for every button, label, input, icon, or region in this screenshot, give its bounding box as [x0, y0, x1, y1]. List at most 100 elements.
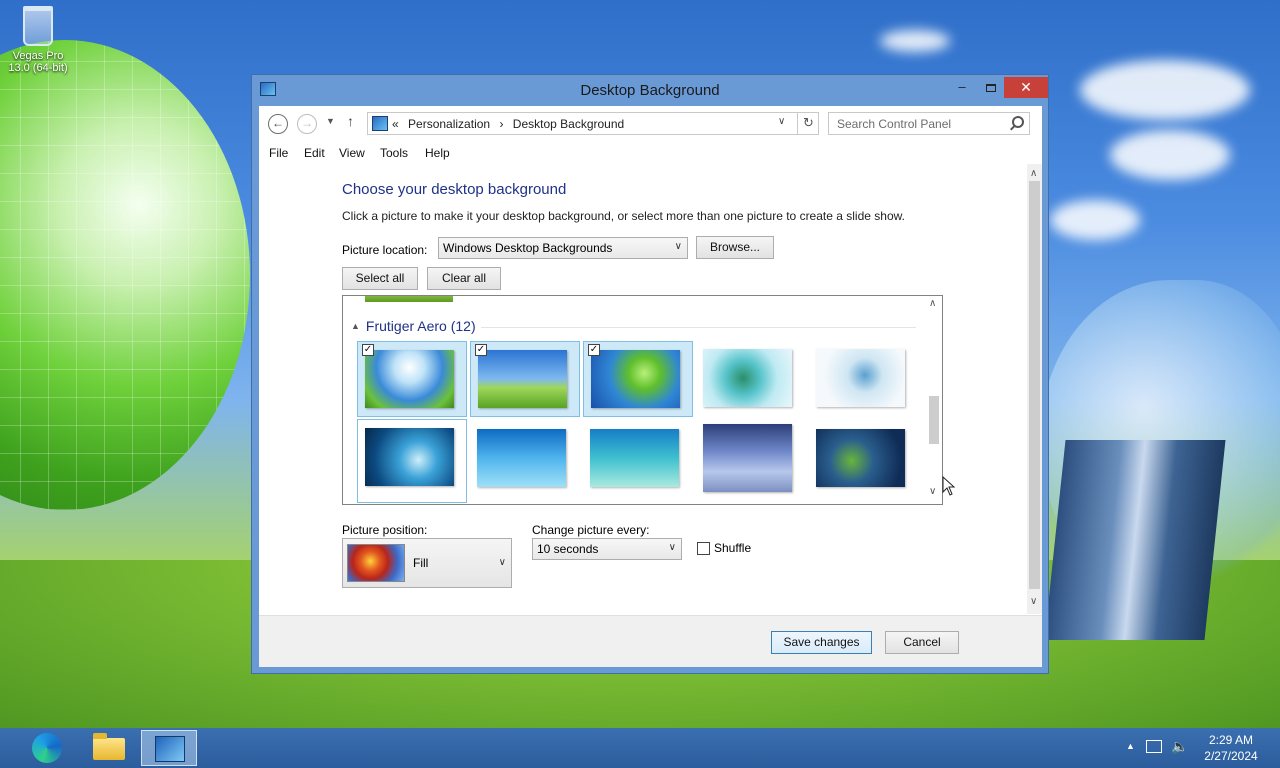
menu-help[interactable]: Help	[425, 146, 450, 160]
taskbar-control-panel[interactable]	[141, 730, 197, 766]
wallpaper-tile[interactable]	[583, 421, 693, 497]
mouse-cursor-icon	[942, 476, 956, 496]
desktop-background-window: Desktop Background – ✕ ← → ▼ ↑ « Persona…	[251, 74, 1049, 674]
wallpaper-tile[interactable]	[470, 421, 580, 497]
save-changes-button[interactable]: Save changes	[771, 631, 872, 654]
scrollbar-thumb[interactable]	[929, 396, 939, 444]
scroll-down-icon[interactable]: ∨	[1030, 596, 1037, 607]
maximize-icon	[986, 83, 996, 92]
taskbar-file-explorer[interactable]	[80, 730, 136, 766]
show-hidden-icons-icon[interactable]: ▲	[1126, 741, 1135, 751]
network-icon[interactable]	[1146, 740, 1162, 753]
menu-edit[interactable]: Edit	[304, 146, 325, 160]
shuffle-checkbox[interactable]	[697, 542, 710, 555]
wallpaper-thumbnail	[478, 350, 567, 408]
menu-bar: File Edit View Tools Help	[259, 144, 1042, 164]
maximize-button[interactable]	[977, 77, 1005, 98]
breadcrumb-separator[interactable]: ›	[499, 117, 503, 131]
picture-gallery[interactable]: ▲ Frutiger Aero (12) ✓ ✓ ✓ ∧ ∨	[342, 295, 943, 505]
control-panel-icon	[372, 116, 388, 131]
gallery-scrollbar[interactable]: ∧ ∨	[926, 296, 942, 504]
wallpaper-tile[interactable]: ✓	[583, 341, 693, 417]
scrollbar-thumb[interactable]	[1029, 181, 1040, 589]
folder-icon	[93, 733, 125, 760]
search-box[interactable]: Search Control Panel	[828, 112, 1030, 135]
search-input[interactable]: Search Control Panel	[837, 117, 951, 131]
chevron-down-icon[interactable]: ∨	[778, 116, 785, 127]
wallpaper-building	[1044, 440, 1226, 640]
wallpaper-tile[interactable]: ✓	[470, 341, 580, 417]
recent-locations-icon[interactable]: ▼	[326, 116, 335, 126]
chevron-down-icon: ∨	[674, 241, 682, 252]
change-interval-value: 10 seconds	[537, 542, 599, 556]
collapse-icon[interactable]: ▲	[351, 321, 360, 331]
minimize-button[interactable]: –	[948, 77, 976, 98]
wallpaper-thumbnail	[816, 349, 905, 407]
breadcrumb-desktop-background[interactable]: Desktop Background	[513, 117, 624, 131]
clock-date: 2/27/2024	[1204, 749, 1258, 763]
wallpaper-tile[interactable]: ✓	[357, 341, 467, 417]
wallpaper-tile[interactable]	[809, 341, 919, 417]
main-content: Choose your desktop background Click a p…	[259, 164, 1027, 614]
wallpaper-thumbnail	[365, 350, 454, 408]
close-button[interactable]: ✕	[1004, 77, 1048, 98]
navigation-bar: ← → ▼ ↑ « Personalization › Desktop Back…	[259, 106, 1042, 141]
picture-position-label: Picture position:	[342, 523, 428, 537]
tile-checkbox[interactable]: ✓	[588, 344, 600, 356]
wallpaper-thumbnail	[816, 429, 905, 487]
wallpaper-thumbnail	[591, 350, 680, 408]
wallpaper-tile[interactable]	[809, 421, 919, 497]
browse-button[interactable]: Browse...	[696, 236, 774, 259]
scroll-up-icon[interactable]: ∧	[929, 298, 936, 309]
wallpaper-tile[interactable]	[357, 419, 467, 503]
page-title: Choose your desktop background	[342, 181, 567, 198]
desktop-icon-recycle-bin[interactable]: Vegas Pro 13.0 (64-bit)	[4, 6, 72, 74]
page-scrollbar[interactable]: ∧ ∨	[1027, 164, 1042, 614]
wallpaper-tile[interactable]	[696, 416, 806, 492]
menu-view[interactable]: View	[339, 146, 365, 160]
chevron-down-icon: ∨	[498, 557, 506, 568]
back-button[interactable]: ←	[268, 114, 288, 134]
refresh-icon[interactable]: ↻	[797, 113, 819, 134]
picture-location-dropdown[interactable]: Windows Desktop Backgrounds ∨	[438, 237, 688, 259]
wallpaper-tile[interactable]	[696, 341, 806, 417]
breadcrumb-personalization[interactable]: Personalization	[408, 117, 490, 131]
change-interval-dropdown[interactable]: 10 seconds ∨	[532, 538, 682, 560]
up-button[interactable]: ↑	[347, 113, 354, 129]
group-header[interactable]: ▲ Frutiger Aero (12)	[351, 318, 476, 334]
forward-button[interactable]: →	[297, 114, 317, 134]
volume-icon[interactable]: 🔈	[1171, 738, 1188, 755]
flower-preview-icon	[347, 544, 405, 582]
group-name: Frutiger Aero (12)	[365, 318, 476, 334]
scroll-down-icon[interactable]: ∨	[929, 486, 936, 497]
shuffle-label[interactable]: Shuffle	[714, 541, 751, 555]
wallpaper-thumbnail	[365, 428, 454, 486]
menu-tools[interactable]: Tools	[380, 146, 408, 160]
taskbar-edge[interactable]	[18, 730, 74, 766]
select-all-button[interactable]: Select all	[342, 267, 418, 290]
thumbnail-partial[interactable]	[365, 296, 453, 302]
picture-location-value: Windows Desktop Backgrounds	[443, 241, 613, 255]
window-title: Desktop Background	[580, 82, 720, 99]
tile-checkbox[interactable]: ✓	[362, 344, 374, 356]
picture-position-dropdown[interactable]: Fill ∨	[342, 538, 512, 588]
scroll-up-icon[interactable]: ∧	[1030, 168, 1037, 179]
chevron-down-icon: ∨	[668, 542, 676, 553]
window-client: ← → ▼ ↑ « Personalization › Desktop Back…	[259, 106, 1042, 667]
title-bar[interactable]: Desktop Background – ✕	[252, 75, 1048, 106]
clear-all-button[interactable]: Clear all	[427, 267, 501, 290]
desktop-icon-label: Vegas Pro 13.0 (64-bit)	[8, 50, 68, 74]
breadcrumb-overflow[interactable]: «	[392, 117, 399, 131]
system-clock[interactable]: 2:29 AM 2/27/2024	[1196, 732, 1266, 764]
tile-checkbox[interactable]: ✓	[475, 344, 487, 356]
wallpaper-thumbnail	[703, 349, 792, 407]
wallpaper-thumbnail	[703, 424, 792, 492]
menu-file[interactable]: File	[269, 146, 288, 160]
taskbar: ▲ 🔈 2:29 AM 2/27/2024	[0, 728, 1280, 768]
cancel-button[interactable]: Cancel	[885, 631, 959, 654]
wallpaper-thumbnail	[477, 429, 566, 487]
picture-location-label: Picture location:	[342, 243, 428, 257]
search-icon[interactable]	[1012, 116, 1024, 128]
address-bar[interactable]: « Personalization › Desktop Background ∨…	[367, 112, 819, 135]
clock-time: 2:29 AM	[1208, 733, 1254, 747]
